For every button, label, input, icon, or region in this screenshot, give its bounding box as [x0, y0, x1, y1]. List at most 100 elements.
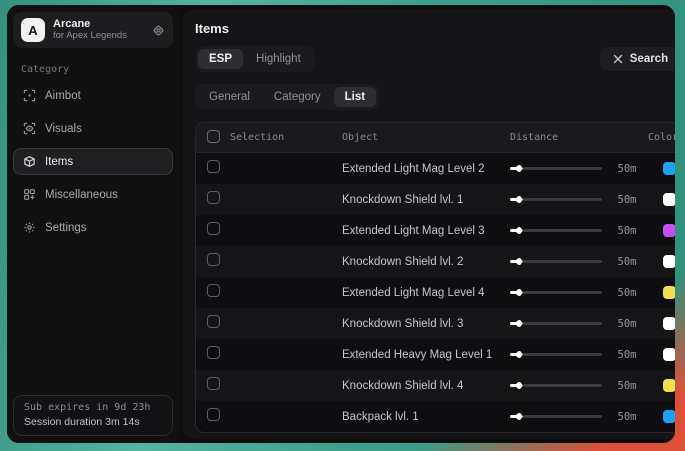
sidebar-item-aimbot[interactable]: Aimbot: [13, 82, 173, 109]
row-object: Extended Heavy Mag Level 1: [342, 349, 510, 361]
distance-slider[interactable]: [510, 196, 602, 203]
distance-value: 50m: [606, 411, 648, 423]
distance-value: 50m: [606, 380, 648, 392]
color-swatch[interactable]: [663, 193, 675, 206]
table-row: Knockdown Shield lvl. 4 50m: [196, 370, 675, 401]
slider-thumb[interactable]: [516, 289, 523, 296]
row-checkbox[interactable]: [207, 253, 220, 266]
row-object: Knockdown Shield lvl. 2: [342, 256, 510, 268]
slider-track: [523, 260, 602, 263]
column-header-distance: Distance: [510, 132, 606, 143]
sidebar-item-miscellaneous[interactable]: Miscellaneous: [13, 181, 173, 208]
distance-value: 50m: [606, 163, 648, 175]
slider-fill: [510, 167, 517, 170]
search-button[interactable]: Search: [600, 47, 675, 71]
slider-fill: [510, 384, 517, 387]
select-all-checkbox[interactable]: [207, 130, 220, 143]
distance-value: 50m: [606, 287, 648, 299]
controls-row: ESP Highlight Search: [195, 46, 675, 72]
color-swatch[interactable]: [663, 379, 675, 392]
row-checkbox[interactable]: [207, 315, 220, 328]
sidebar-item-items[interactable]: Items: [13, 148, 173, 175]
row-checkbox[interactable]: [207, 222, 220, 235]
slider-thumb[interactable]: [516, 258, 523, 265]
row-checkbox[interactable]: [207, 346, 220, 359]
slider-track: [523, 415, 602, 418]
crosshair-icon: [23, 89, 36, 102]
slider-thumb[interactable]: [516, 227, 523, 234]
slider-thumb[interactable]: [516, 382, 523, 389]
slider-track: [523, 167, 602, 170]
tab-list[interactable]: List: [334, 87, 376, 107]
slider-thumb[interactable]: [516, 165, 523, 172]
row-checkbox[interactable]: [207, 191, 220, 204]
distance-slider[interactable]: [510, 289, 602, 296]
row-object: Extended Light Mag Level 4: [342, 287, 510, 299]
column-header-color: Color: [648, 132, 675, 143]
slider-thumb[interactable]: [516, 351, 523, 358]
slider-track: [523, 384, 602, 387]
search-button-label: Search: [630, 53, 668, 65]
row-checkbox[interactable]: [207, 284, 220, 297]
row-checkbox[interactable]: [207, 408, 220, 421]
row-checkbox[interactable]: [207, 160, 220, 173]
color-swatch[interactable]: [663, 317, 675, 330]
slider-fill: [510, 198, 517, 201]
color-swatch[interactable]: [663, 348, 675, 361]
app-window: A Arcane for Apex Legends Category: [7, 5, 675, 443]
color-swatch[interactable]: [663, 410, 675, 423]
distance-slider[interactable]: [510, 258, 602, 265]
slider-thumb[interactable]: [516, 196, 523, 203]
grid-icon: [23, 188, 36, 201]
table-row: Knockdown Shield lvl. 2 50m: [196, 246, 675, 277]
sidebar-nav: Aimbot Visuals: [7, 79, 179, 244]
search-icon: [613, 54, 623, 64]
tab-highlight[interactable]: Highlight: [245, 49, 312, 69]
slider-track: [523, 198, 602, 201]
distance-slider[interactable]: [510, 382, 602, 389]
distance-value: 50m: [606, 318, 648, 330]
distance-slider[interactable]: [510, 165, 602, 172]
distance-value: 50m: [606, 349, 648, 361]
slider-thumb[interactable]: [516, 413, 523, 420]
app-header-card: A Arcane for Apex Legends: [13, 12, 173, 48]
page-title: Items: [195, 21, 675, 36]
tab-esp[interactable]: ESP: [198, 49, 243, 69]
color-swatch[interactable]: [663, 286, 675, 299]
tab-general[interactable]: General: [198, 87, 261, 107]
slider-track: [523, 322, 602, 325]
slider-thumb[interactable]: [516, 320, 523, 327]
subscription-expiry: Sub expires in 9d 23h: [24, 402, 162, 413]
view-tabs-row: General Category List: [195, 84, 675, 110]
color-swatch[interactable]: [663, 255, 675, 268]
sidebar-item-label: Settings: [45, 222, 87, 234]
sidebar-item-settings[interactable]: Settings: [13, 214, 173, 241]
distance-slider[interactable]: [510, 351, 602, 358]
slider-track: [523, 353, 602, 356]
distance-value: 50m: [606, 256, 648, 268]
slider-fill: [510, 353, 517, 356]
distance-slider[interactable]: [510, 320, 602, 327]
sidebar-item-visuals[interactable]: Visuals: [13, 115, 173, 142]
color-swatch[interactable]: [663, 224, 675, 237]
table-row: Extended Light Mag Level 4 50m: [196, 277, 675, 308]
tab-category[interactable]: Category: [263, 87, 332, 107]
row-checkbox[interactable]: [207, 377, 220, 390]
slider-fill: [510, 415, 517, 418]
distance-value: 50m: [606, 194, 648, 206]
sidebar-item-label: Items: [45, 156, 73, 168]
color-swatch[interactable]: [663, 162, 675, 175]
table-row: Knockdown Shield lvl. 3 50m: [196, 308, 675, 339]
distance-slider[interactable]: [510, 227, 602, 234]
app-logo: A: [21, 18, 45, 42]
eye-icon: [23, 122, 36, 135]
items-table: Selection Object Distance Color Extended…: [195, 122, 675, 433]
pin-icon[interactable]: [152, 24, 165, 37]
slider-track: [523, 229, 602, 232]
gear-icon: [23, 221, 36, 234]
subscription-info-card: Sub expires in 9d 23h Session duration 3…: [13, 395, 173, 436]
sidebar-item-label: Visuals: [45, 123, 82, 135]
main-panel: Items ESP Highlight Search General Categ…: [183, 9, 675, 439]
distance-slider[interactable]: [510, 413, 602, 420]
table-row: Backpack lvl. 1 50m: [196, 401, 675, 432]
